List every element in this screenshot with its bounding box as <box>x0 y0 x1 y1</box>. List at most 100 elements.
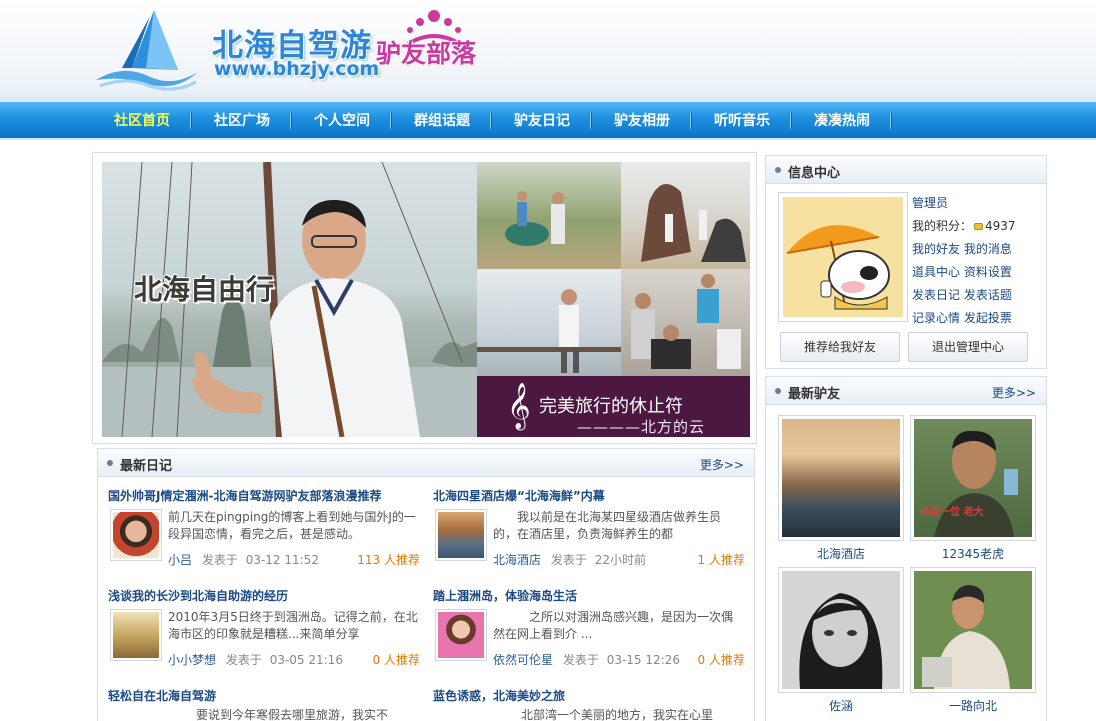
recommend-number: 0 <box>372 653 381 667</box>
diary-author-link[interactable]: 依然可伦星 <box>493 653 553 667</box>
latest-diaries-panel: 最新日记 更多>> 国外帅哥J情定涠洲-北海自驾游网驴友部落浪漫推荐 前几天在p… <box>97 448 755 721</box>
latest-friends-panel: 最新驴友 更多>> 北海酒店 两百一位 老大 12345老虎 佐涵 一路向北 <box>765 376 1047 721</box>
diary-item: 国外帅哥J情定涠洲-北海自驾游网驴友部落浪漫推荐 前几天在pingping的博客… <box>108 487 426 591</box>
group-graphic <box>631 274 741 369</box>
coin-icon <box>974 222 984 230</box>
recommend-to-friends-button[interactable]: 推荐给我好友 <box>780 332 900 362</box>
user-avatar[interactable] <box>778 192 908 322</box>
recommend-label: 人推荐 <box>383 653 420 667</box>
friend-card[interactable]: 佐涵 <box>778 567 904 714</box>
banner-title: 北海自由行 <box>134 273 275 306</box>
profile-settings-link[interactable]: 资料设置 <box>964 265 1012 279</box>
diary-posted-label: 发表于 <box>225 653 262 667</box>
diary-recommend-count: 0 人推荐 <box>698 651 745 668</box>
friend-photo[interactable] <box>778 415 904 541</box>
my-messages-link[interactable]: 我的消息 <box>964 242 1012 256</box>
recommend-number: 0 <box>697 653 706 667</box>
diary-recommend-count: 1 人推荐 <box>698 551 745 568</box>
friend-card[interactable]: 北海酒店 <box>778 415 904 562</box>
post-diary-link[interactable]: 发表日记 <box>912 288 960 302</box>
sail-logo-icon <box>96 10 198 91</box>
friend-card[interactable]: 一路向北 <box>910 567 1036 714</box>
friend-photo[interactable] <box>910 567 1036 693</box>
banner-caption-sub: ————北方的云 <box>577 418 706 436</box>
nav-group-topics[interactable]: 群组话题 <box>392 102 492 140</box>
site-logo[interactable]: 北海自驾游 www.bhzjy.com 驴友部落 <box>92 6 502 94</box>
bullet-icon <box>775 388 781 394</box>
banner-slideshow[interactable]: 北海自由行 𝄞 完美旅行的休止符 ————北方的云 <box>102 162 750 437</box>
banner-photo-boat <box>477 162 621 269</box>
diary-excerpt: 前几天在pingping的博客上看到她与国外J的一段异国恋情，看完之后，甚是感动… <box>168 510 416 541</box>
nav-music[interactable]: 听听音乐 <box>692 102 792 140</box>
diary-avatar[interactable] <box>435 509 487 561</box>
banner-photo-pier <box>477 269 621 376</box>
friend-name[interactable]: 北海酒店 <box>778 545 904 562</box>
diary-title-link[interactable]: 国外帅哥J情定涠洲-北海自驾游网驴友部落浪漫推荐 <box>108 487 381 504</box>
diary-posted-label: 发表于 <box>201 553 238 567</box>
recommend-number: 113 <box>357 553 381 567</box>
diary-title-link[interactable]: 浅谈我的长沙到北海自助游的经历 <box>108 587 288 604</box>
recommend-label: 人推荐 <box>708 653 745 667</box>
points-row: 我的积分： 4937 <box>912 215 1042 238</box>
diary-avatar[interactable] <box>110 509 162 561</box>
points-label: 我的积分： <box>912 219 973 233</box>
main-navbar: 社区首页 社区广场 个人空间 群组话题 驴友日记 驴友相册 听听音乐 凑凑热闹 <box>0 102 1096 140</box>
friends-more-link[interactable]: 更多>> <box>992 384 1036 401</box>
rocks-graphic <box>641 184 746 262</box>
recommend-label: 人推荐 <box>708 553 745 567</box>
user-role[interactable]: 管理员 <box>912 192 1042 215</box>
diary-title-link[interactable]: 蓝色诱惑，北海美妙之旅 <box>433 687 565 704</box>
nav-home[interactable]: 社区首页 <box>92 102 192 140</box>
friend-name[interactable]: 一路向北 <box>910 697 1036 714</box>
links-row: 道具中心 资料设置 <box>912 261 1042 284</box>
nav-fun[interactable]: 凑凑热闹 <box>792 102 892 140</box>
bullet-icon <box>775 167 781 173</box>
diary-date: 22小时前 <box>594 553 646 567</box>
diaries-header: 最新日记 更多>> <box>98 449 754 477</box>
info-center-header: 信息中心 <box>766 156 1046 184</box>
diary-date: 03-15 12:26 <box>606 653 680 667</box>
friend-photo[interactable] <box>778 567 904 693</box>
record-mood-link[interactable]: 记录心情 <box>912 311 960 325</box>
logo-url-text: www.bhzjy.com <box>214 58 380 80</box>
diary-avatar[interactable] <box>435 609 487 661</box>
diary-author-link[interactable]: 北海酒店 <box>493 553 541 567</box>
diary-excerpt: 北部湾一个美丽的地方，我实在心里 <box>521 708 714 721</box>
my-friends-link[interactable]: 我的好友 <box>912 242 960 256</box>
diary-item: 轻松自在北海自驾游 要说到今年寒假去哪里旅游，我实不 <box>108 687 426 721</box>
diary-posted-label: 发表于 <box>550 553 587 567</box>
diary-excerpt: 要说到今年寒假去哪里旅游，我实不 <box>196 708 389 721</box>
pier-graphic <box>477 289 621 373</box>
site-header: 北海自驾游 www.bhzjy.com 驴友部落 <box>0 0 1096 102</box>
exit-admin-button[interactable]: 退出管理中心 <box>908 332 1028 362</box>
info-links: 管理员 我的积分： 4937 我的好友 我的消息 道具中心 资料设置 发表日记 发… <box>912 192 1042 330</box>
logo-tagline: 驴友部落 <box>376 39 477 68</box>
nav-diaries[interactable]: 驴友日记 <box>492 102 592 140</box>
diary-author-link[interactable]: 小吕 <box>168 553 192 567</box>
banner-main-photo[interactable]: 北海自由行 <box>102 162 477 437</box>
nav-personal-space[interactable]: 个人空间 <box>292 102 392 140</box>
info-center-panel: 信息中心 管理员 我的积分： 4937 我的好友 我的消息 道具中心 资料设置 发… <box>765 155 1047 369</box>
diary-author-link[interactable]: 小小梦想 <box>168 653 216 667</box>
item-center-link[interactable]: 道具中心 <box>912 265 960 279</box>
friends-title: 最新驴友 <box>788 387 841 402</box>
banner-photo-group <box>621 269 750 376</box>
post-topic-link[interactable]: 发表话题 <box>964 288 1012 302</box>
friend-name[interactable]: 佐涵 <box>778 697 904 714</box>
nav-albums[interactable]: 驴友相册 <box>592 102 692 140</box>
friend-card[interactable]: 两百一位 老大 12345老虎 <box>910 415 1036 562</box>
diary-recommend-count: 113 人推荐 <box>357 551 420 568</box>
nav-community-square[interactable]: 社区广场 <box>192 102 292 140</box>
diaries-more-link[interactable]: 更多>> <box>700 456 744 473</box>
girl-portrait-graphic <box>782 571 900 689</box>
treble-clef-icon: 𝄞 <box>507 383 531 429</box>
links-row: 发表日记 发表话题 <box>912 284 1042 307</box>
nav-items: 社区首页 社区广场 个人空间 群组话题 驴友日记 驴友相册 听听音乐 凑凑热闹 <box>92 102 892 140</box>
diary-title-link[interactable]: 踏上涠洲岛，体验海岛生活 <box>433 587 577 604</box>
diary-title-link[interactable]: 北海四星酒店爆“北海海鲜”内幕 <box>433 487 605 504</box>
diary-meta: 小小梦想 发表于 03-05 21:16 0 人推荐 <box>168 651 420 668</box>
start-poll-link[interactable]: 发起投票 <box>964 311 1012 325</box>
diary-title-link[interactable]: 轻松自在北海自驾游 <box>108 687 216 704</box>
friend-photo[interactable]: 两百一位 老大 <box>910 415 1036 541</box>
diary-avatar[interactable] <box>110 609 162 661</box>
